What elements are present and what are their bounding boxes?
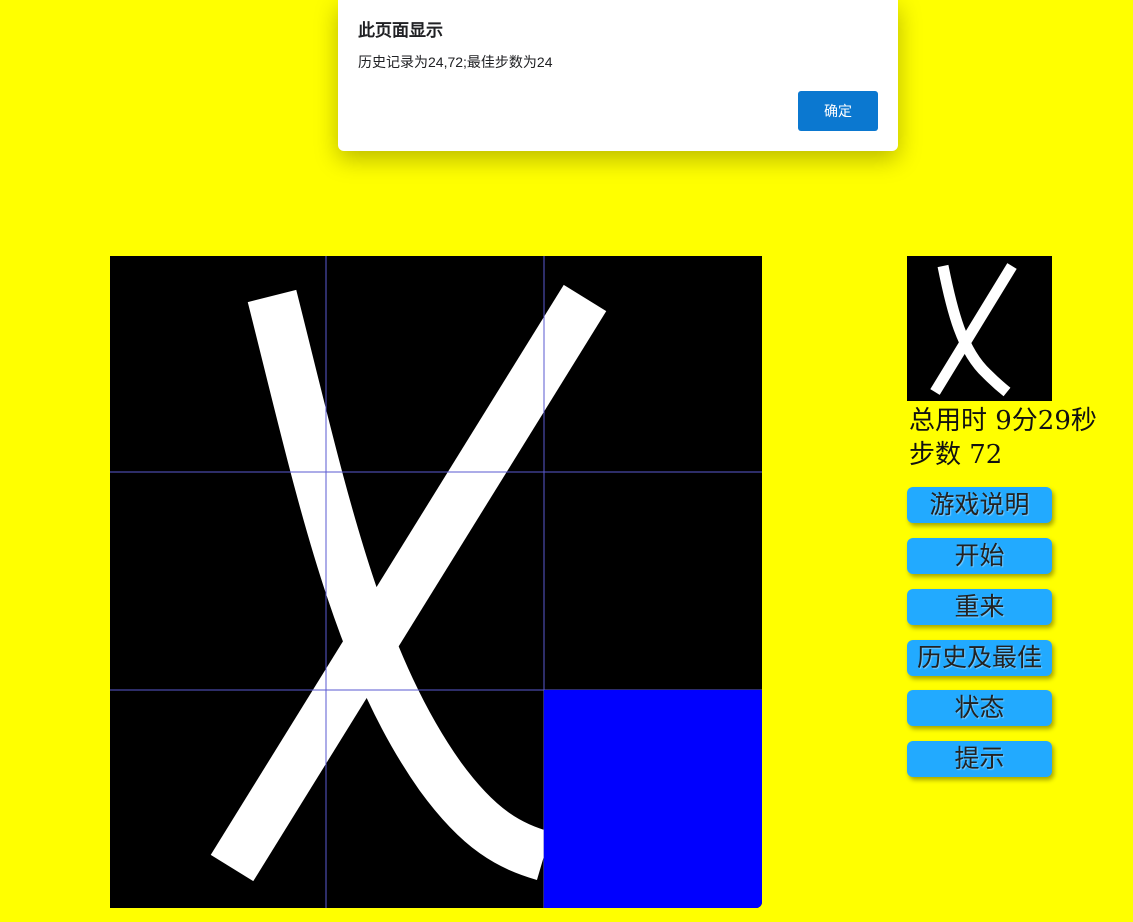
preview-image xyxy=(907,256,1052,401)
puzzle-game-page: 总用时 9分29秒 步数 72 游戏说明 开始 重来 历史及最佳 状态 提示 此… xyxy=(0,0,1133,922)
dialog-message: 历史记录为24,72;最佳步数为24 xyxy=(358,54,553,70)
puzzle-board xyxy=(110,256,762,908)
start-button[interactable]: 开始 xyxy=(907,538,1052,574)
ok-button[interactable]: 确定 xyxy=(798,91,878,131)
restart-button[interactable]: 重来 xyxy=(907,589,1052,625)
step-count: 步数 72 xyxy=(909,440,1003,470)
elapsed-time: 总用时 9分29秒 xyxy=(909,406,1097,436)
alert-dialog: 此页面显示 历史记录为24,72;最佳步数为24 确定 xyxy=(338,0,898,151)
history-button[interactable]: 历史及最佳 xyxy=(907,640,1052,676)
empty-tile[interactable] xyxy=(544,690,762,908)
dialog-title: 此页面显示 xyxy=(358,21,443,40)
hint-button[interactable]: 提示 xyxy=(907,741,1052,777)
status-button[interactable]: 状态 xyxy=(907,690,1052,726)
game-stats: 总用时 9分29秒 步数 72 xyxy=(909,404,1131,472)
instructions-button[interactable]: 游戏说明 xyxy=(907,487,1052,523)
